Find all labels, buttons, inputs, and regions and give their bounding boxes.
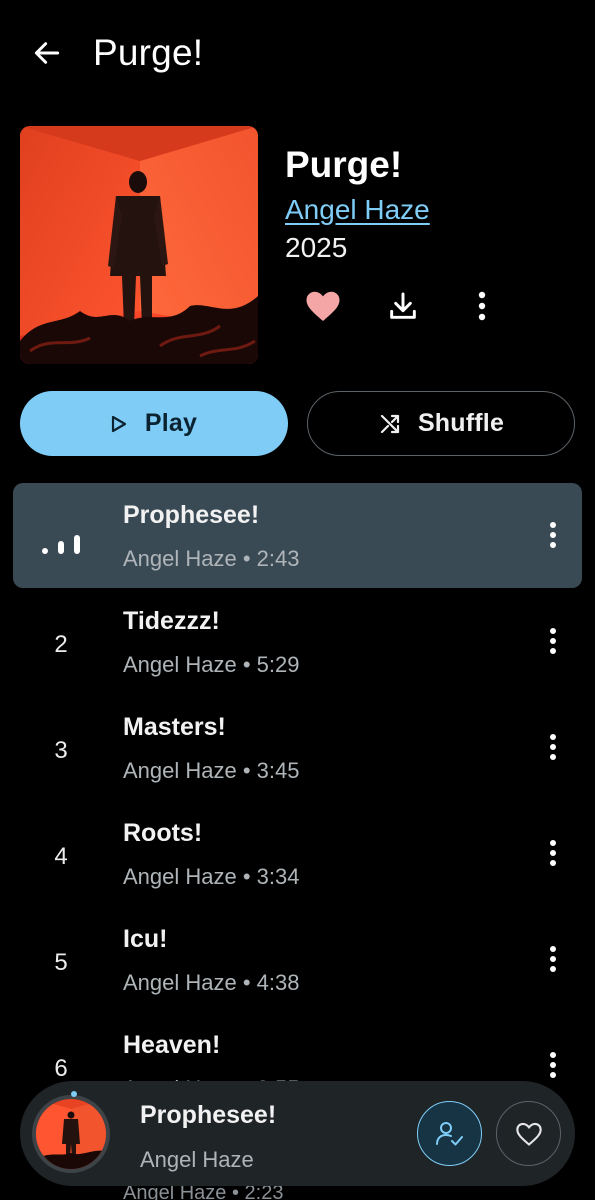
more-vertical-icon [550, 628, 556, 654]
user-check-icon [435, 1121, 463, 1145]
track-more-button[interactable] [546, 835, 560, 871]
track-more-button[interactable] [546, 623, 560, 659]
track-number: 3 [54, 737, 68, 764]
album-artist-link[interactable]: Angel Haze [285, 194, 430, 226]
track-row[interactable]: 4 Roots! Angel Haze • 3:34 [13, 801, 582, 906]
track-title: Roots! [123, 819, 203, 847]
track-number: 4 [54, 843, 68, 870]
mini-player-artwork [32, 1095, 110, 1173]
track-row[interactable]: Prophesee! Angel Haze • 2:43 [13, 483, 582, 588]
now-playing-equalizer-icon [42, 535, 80, 554]
track-number: 6 [54, 1055, 68, 1082]
track-more-button[interactable] [546, 941, 560, 977]
album-cover [20, 126, 258, 364]
mini-player-title: Prophesee! [140, 1101, 277, 1129]
track-row[interactable]: 3 Masters! Angel Haze • 3:45 [13, 695, 582, 800]
album-more-button[interactable] [460, 284, 504, 328]
track-row[interactable]: 2 Tidezzz! Angel Haze • 5:29 [13, 589, 582, 694]
heart-outline-icon [515, 1122, 542, 1146]
track-title: Prophesee! [123, 501, 260, 529]
mini-player-artist: Angel Haze [140, 1147, 254, 1172]
track-title: Icu! [123, 925, 168, 953]
like-album-button[interactable] [301, 284, 345, 328]
track-number: 2 [54, 631, 68, 658]
track-number: 5 [54, 949, 68, 976]
more-vertical-icon [550, 522, 556, 548]
track-subtitle: Angel Haze • 3:45 [123, 758, 300, 783]
track-title: Masters! [123, 713, 226, 741]
track-title: Heaven! [123, 1031, 221, 1059]
download-button[interactable] [381, 284, 425, 328]
track-row[interactable]: 5 Icu! Angel Haze • 4:38 [13, 907, 582, 1012]
arrow-left-icon [34, 42, 60, 64]
track-subtitle: Angel Haze • 5:29 [123, 652, 300, 677]
play-icon [111, 415, 126, 432]
shuffle-icon [380, 414, 400, 433]
more-vertical-icon [550, 840, 556, 866]
play-label: Play [144, 409, 198, 437]
mini-player-progress-indicator [71, 1091, 77, 1097]
track-subtitle: Angel Haze • 2:43 [123, 546, 300, 571]
track-more-button[interactable] [546, 517, 560, 553]
track-more-button[interactable] [546, 1047, 560, 1083]
track-more-button[interactable] [546, 729, 560, 765]
album-screen: Purge! Purge! Angel Haze 2025 Play Shuff… [0, 0, 595, 1200]
queue-button[interactable] [417, 1101, 482, 1166]
mini-player-like-button[interactable] [496, 1101, 561, 1166]
more-vertical-icon [478, 291, 486, 321]
page-title: Purge! [93, 32, 204, 73]
track-subtitle: Angel Haze • 3:34 [123, 864, 300, 889]
heart-icon [306, 291, 340, 321]
album-year: 2025 [285, 232, 348, 263]
download-icon [390, 292, 416, 319]
back-button[interactable] [24, 30, 70, 76]
more-vertical-icon [550, 946, 556, 972]
track-subtitle: Angel Haze • 4:38 [123, 970, 300, 995]
mini-player[interactable]: Prophesee! Angel Haze [20, 1081, 575, 1186]
more-vertical-icon [550, 734, 556, 760]
album-title: Purge! [285, 144, 403, 185]
shuffle-label: Shuffle [417, 409, 505, 437]
top-app-bar: Purge! [0, 0, 595, 108]
more-vertical-icon [550, 1052, 556, 1078]
play-button[interactable]: Play [20, 391, 288, 456]
track-title: Tidezzz! [123, 607, 220, 635]
shuffle-button[interactable]: Shuffle [307, 391, 575, 456]
